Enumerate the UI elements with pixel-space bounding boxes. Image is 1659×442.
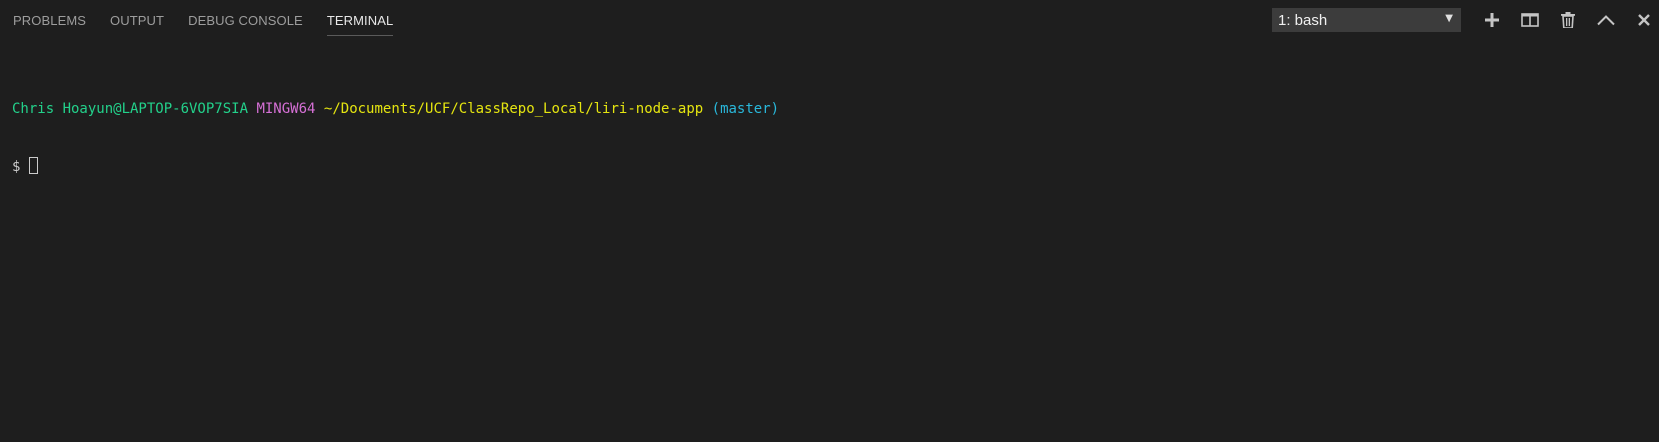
chevron-up-icon [1597, 14, 1615, 26]
terminal-selector-dropdown[interactable]: 1: bash ▼ [1272, 8, 1461, 32]
tab-terminal[interactable]: TERMINAL [326, 0, 394, 40]
maximize-panel-button[interactable] [1595, 9, 1617, 31]
text-cursor [28, 157, 38, 174]
close-icon [1638, 14, 1650, 26]
trash-icon [1561, 12, 1575, 28]
split-terminal-button[interactable] [1519, 9, 1541, 31]
git-branch: (master) [711, 101, 780, 117]
panel-tabs: PROBLEMS OUTPUT DEBUG CONSOLE TERMINAL [13, 0, 417, 40]
tab-debug-console[interactable]: DEBUG CONSOLE [188, 0, 303, 40]
prompt-symbol: $ [12, 159, 29, 175]
panel-header: PROBLEMS OUTPUT DEBUG CONSOLE TERMINAL 1… [0, 0, 1659, 40]
split-icon [1521, 13, 1539, 27]
tab-output[interactable]: OUTPUT [110, 0, 164, 40]
plus-icon [1485, 13, 1499, 27]
system-name: MINGW64 [256, 101, 316, 117]
close-panel-button[interactable] [1633, 9, 1655, 31]
terminal-output[interactable]: Chris Hoayun@LAPTOP-6VOP7SIA MINGW64 ~/D… [12, 62, 1659, 442]
kill-terminal-button[interactable] [1557, 9, 1579, 31]
prompt-line: $ [12, 157, 1659, 176]
tab-problems[interactable]: PROBLEMS [13, 0, 86, 40]
dropdown-arrow-icon: ▼ [1445, 13, 1453, 24]
user-host: Chris Hoayun@LAPTOP-6VOP7SIA [12, 101, 249, 117]
new-terminal-button[interactable] [1481, 9, 1503, 31]
terminal-selector-value: 1: bash [1278, 11, 1328, 29]
panel-actions: 1: bash ▼ [1272, 0, 1659, 40]
prompt-info-line: Chris Hoayun@LAPTOP-6VOP7SIA MINGW64 ~/D… [12, 100, 1659, 119]
terminal-panel: PROBLEMS OUTPUT DEBUG CONSOLE TERMINAL 1… [0, 0, 1659, 442]
current-path: ~/Documents/UCF/ClassRepo_Local/liri-nod… [323, 101, 704, 117]
